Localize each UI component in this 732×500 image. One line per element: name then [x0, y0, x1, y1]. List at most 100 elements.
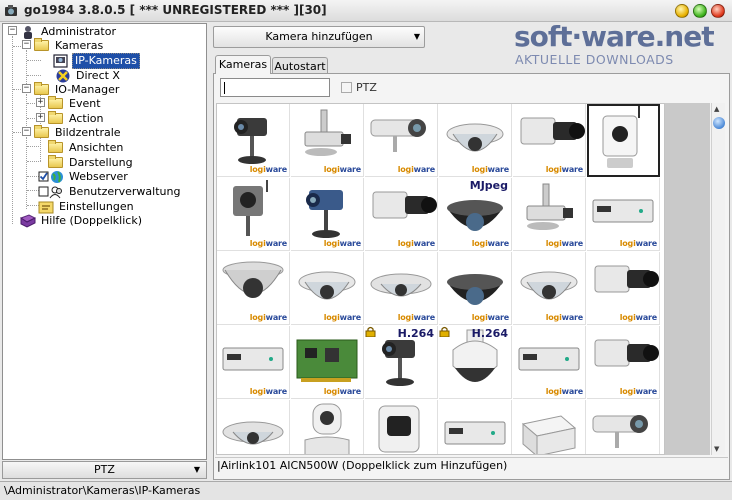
logiware-logo: logiware — [619, 239, 658, 248]
tree-item-label: Kameras — [55, 38, 104, 52]
tree-item-label: Einstellungen — [59, 199, 134, 213]
tree-item-label: Webserver — [69, 169, 128, 183]
camera-thumb[interactable]: logiware — [513, 252, 586, 325]
scroll-up-arrow-icon[interactable]: ▲ — [714, 105, 719, 113]
camera-thumb[interactable]: logiware — [439, 252, 512, 325]
camera-thumb[interactable]: logiware — [365, 104, 438, 177]
camera-picture — [304, 403, 350, 454]
folder-icon — [48, 111, 64, 125]
camera-thumb[interactable]: logiware — [217, 252, 290, 325]
camera-thumb[interactable]: logiware — [291, 104, 364, 177]
watermark-main: soft·ware.net — [514, 20, 715, 53]
camera-picture — [222, 421, 284, 445]
expander-action[interactable]: + — [36, 113, 45, 122]
tree-item-einstellungen[interactable]: Einstellungen — [38, 199, 136, 214]
camera-thumb[interactable]: logiware — [217, 178, 290, 251]
camera-thumb[interactable]: logiware — [291, 178, 364, 251]
scroll-thumb[interactable] — [713, 117, 725, 129]
tab-kameras[interactable]: Kameras — [215, 55, 271, 74]
logiware-logo: logiware — [249, 313, 288, 322]
tree-item-bildzentrale[interactable]: Bildzentrale — [34, 125, 123, 140]
camera-thumb[interactable]: logiware — [513, 104, 586, 177]
grid-scrollbar[interactable]: ▲ ▼ — [711, 103, 725, 455]
directx-icon — [55, 69, 71, 83]
tree-item-hilfe[interactable]: Hilfe (Doppelklick) — [19, 213, 144, 228]
camera-thumb[interactable] — [587, 104, 660, 177]
tree-item-benutzerverwaltung[interactable]: Benutzerverwaltung — [38, 184, 182, 199]
camera-thumb[interactable] — [513, 400, 586, 454]
expander-kameras[interactable]: − — [22, 40, 31, 49]
expander-bildzentrale[interactable]: − — [22, 127, 31, 136]
logiware-logo: logiware — [323, 239, 362, 248]
camera-thumb[interactable] — [439, 400, 512, 454]
camera-thumb[interactable]: logiware — [439, 104, 512, 177]
app-camera-icon — [5, 5, 17, 16]
folder-icon — [34, 125, 50, 139]
tree-item-label: Direct X — [76, 68, 120, 82]
tree-item-label: Event — [69, 96, 101, 110]
camera-thumb[interactable] — [587, 400, 660, 454]
tab-label: Kameras — [218, 58, 268, 71]
add-camera-dropdown-button[interactable]: Kamera hinzufügen ▼ — [213, 26, 425, 48]
camera-thumb[interactable]: logiware — [291, 252, 364, 325]
camera-search-input[interactable] — [220, 78, 330, 97]
minimize-button[interactable] — [675, 4, 689, 18]
title-bar: go1984 3.8.0.5 [ *** UNREGISTERED *** ][… — [0, 0, 732, 22]
status-bar: \Administrator\Kameras\IP-Kameras — [0, 481, 732, 500]
camera-thumb[interactable]: H.264 — [365, 326, 438, 399]
tree-item-ip-kameras[interactable]: IP-Kameras — [53, 52, 140, 69]
ptz-dropdown[interactable]: PTZ ▼ — [2, 461, 207, 479]
expander-administrator[interactable]: − — [8, 26, 17, 35]
scroll-down-arrow-icon[interactable]: ▼ — [714, 445, 719, 453]
window-title: go1984 3.8.0.5 [ *** UNREGISTERED *** ][… — [24, 3, 327, 17]
navigation-tree: − − − + + − Administrator Kameras IP-Kam… — [2, 23, 207, 460]
expander-io-manager[interactable]: − — [22, 84, 31, 93]
camera-thumb[interactable]: logiware — [513, 178, 586, 251]
logiware-logo: logiware — [249, 165, 288, 174]
tree-item-io-manager[interactable]: IO-Manager — [34, 82, 121, 97]
tab-autostart[interactable]: Autostart — [272, 57, 328, 73]
add-camera-label: Kamera hinzufügen — [265, 30, 373, 43]
tree-item-direct-x[interactable]: Direct X — [55, 68, 122, 83]
tree-item-label: IP-Kameras — [72, 52, 140, 69]
camera-thumb[interactable]: logiware — [365, 252, 438, 325]
tree-item-webserver[interactable]: Webserver — [38, 169, 130, 184]
camera-thumb[interactable]: logiware — [365, 178, 438, 251]
camera-thumb[interactable]: logiware — [587, 252, 660, 325]
tree-item-label: Administrator — [41, 24, 116, 38]
tree-item-event[interactable]: Event — [48, 96, 103, 111]
tree-item-action[interactable]: Action — [48, 111, 105, 126]
folder-icon — [34, 38, 50, 52]
camera-thumb[interactable] — [291, 400, 364, 454]
logiware-logo: logiware — [545, 387, 584, 396]
camera-thumb[interactable]: logiware — [291, 326, 364, 399]
tree-item-administrator[interactable]: Administrator — [20, 24, 118, 39]
users-icon — [38, 185, 64, 199]
folder-icon — [48, 96, 64, 110]
tree-item-darstellung[interactable]: Darstellung — [48, 155, 135, 170]
expander-event[interactable]: + — [36, 98, 45, 107]
camera-thumb[interactable]: logiware — [587, 326, 660, 399]
logiware-logo: logiware — [471, 313, 510, 322]
camera-thumb[interactable]: logiware — [513, 326, 586, 399]
tab-label: Autostart — [274, 60, 326, 73]
tree-item-kameras[interactable]: Kameras — [34, 38, 105, 53]
logiware-logo: logiware — [323, 165, 362, 174]
tree-item-ansichten[interactable]: Ansichten — [48, 140, 125, 155]
camera-thumb[interactable] — [217, 400, 290, 454]
camera-thumb[interactable]: H.264 — [439, 326, 512, 399]
close-button[interactable] — [711, 4, 725, 18]
camera-thumb[interactable]: logiware — [587, 178, 660, 251]
grid-empty-area — [665, 103, 710, 455]
lock-icon — [439, 326, 450, 337]
tree-item-label: Hilfe (Doppelklick) — [41, 213, 142, 227]
text-cursor — [224, 82, 225, 94]
camera-thumb[interactable]: logiware — [217, 326, 290, 399]
camera-thumb[interactable]: logiware — [217, 104, 290, 177]
ptz-dropdown-label: PTZ — [94, 463, 115, 476]
camera-thumb[interactable] — [365, 400, 438, 454]
ptz-filter-checkbox[interactable] — [341, 82, 352, 93]
help-book-icon — [19, 214, 37, 228]
camera-thumb[interactable]: MJpeg logiware — [439, 178, 512, 251]
maximize-button[interactable] — [693, 4, 707, 18]
